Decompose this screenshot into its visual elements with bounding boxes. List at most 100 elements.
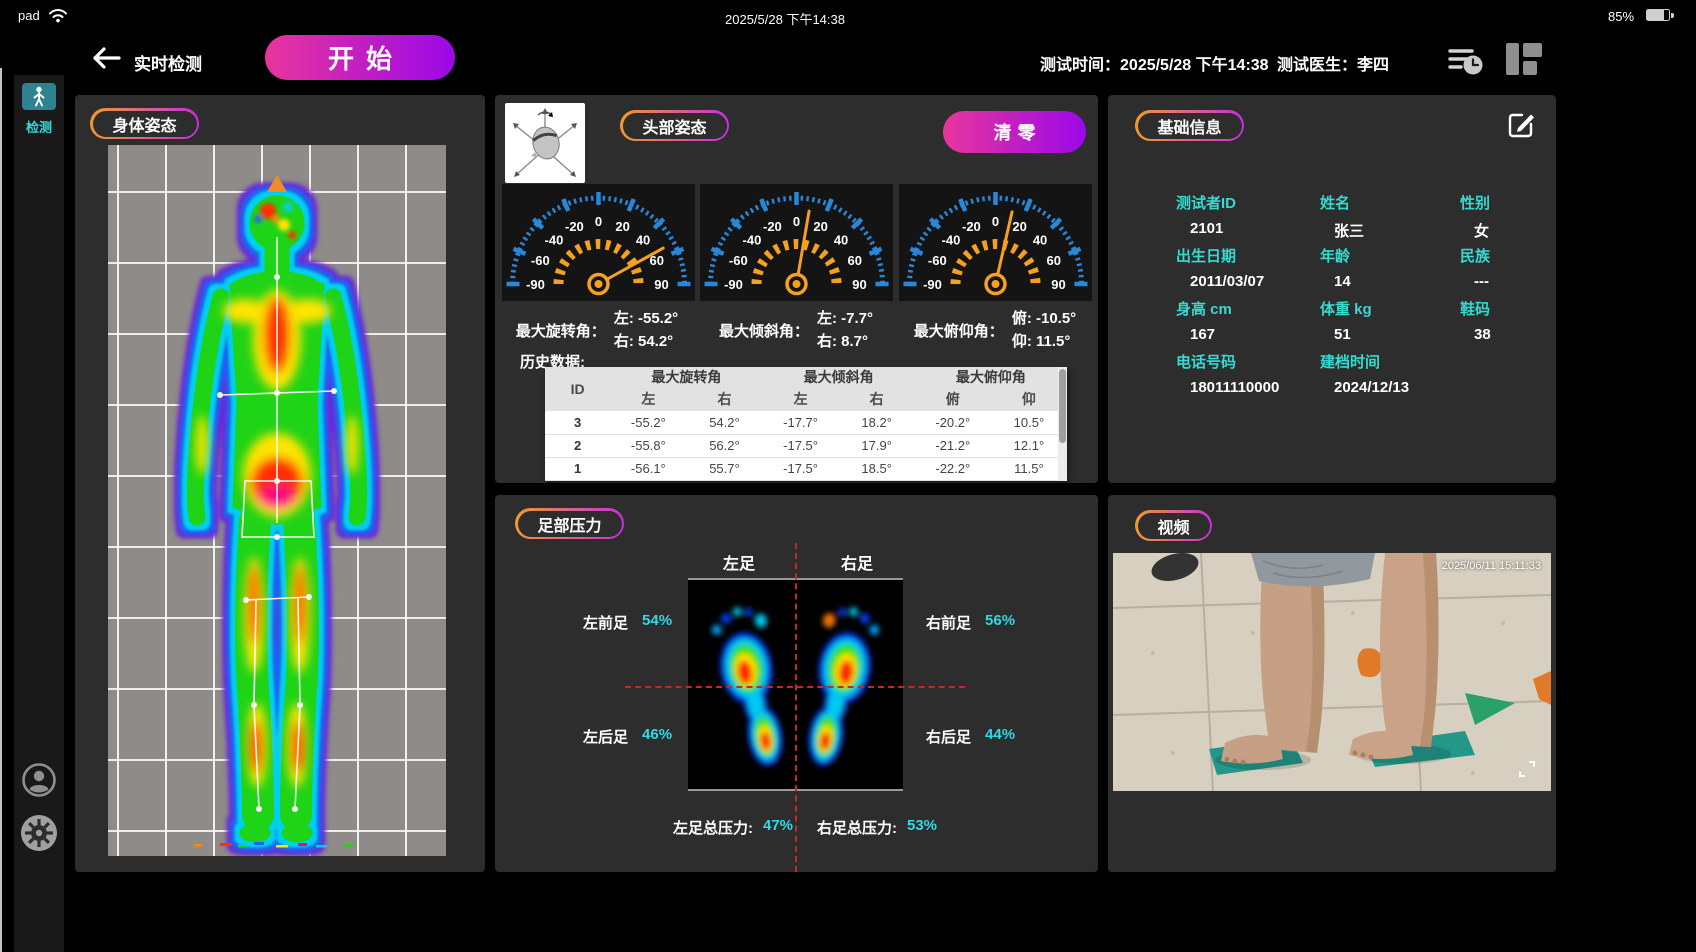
field-shoe-size: 鞋码 38 — [1460, 298, 1550, 343]
svg-text:-40: -40 — [545, 232, 564, 247]
layout-dashboard-icon[interactable] — [1506, 42, 1542, 76]
metric-pitch: 最大俯仰角： 俯: -10.5° 仰: 11.5° — [895, 307, 1095, 353]
body-posture-title: 身体姿态 — [93, 111, 197, 137]
gauge-tilt: -90-60-40-20020406090 — [700, 184, 893, 301]
metric-rotation: 最大旋转角： 左: -55.2° 右: 54.2° — [497, 307, 697, 353]
svg-text:20: 20 — [615, 219, 629, 234]
svg-text:60: 60 — [847, 253, 861, 268]
body-thermal-image — [108, 145, 446, 856]
head-axes-diagram — [505, 103, 585, 183]
test-time: 测试时间：2025/5/28 下午14:38 — [1040, 51, 1269, 75]
stat-right-forefoot: 右前足 56% — [926, 612, 1015, 633]
doctor-value: 李四 — [1357, 57, 1389, 74]
sidebar-item-detect[interactable] — [22, 83, 56, 110]
page-title: 实时检测 — [134, 50, 202, 75]
clear-button[interactable]: 清零 — [943, 111, 1086, 153]
svg-text:-90: -90 — [923, 277, 942, 292]
svg-text:-20: -20 — [962, 219, 981, 234]
stat-left-forefoot: 左前足 54% — [583, 612, 672, 633]
svg-text:-20: -20 — [565, 219, 584, 234]
video-title-pill: 视频 — [1135, 510, 1212, 541]
start-button[interactable]: 开始 — [265, 35, 455, 80]
svg-text:-60: -60 — [928, 253, 947, 268]
test-time-label: 测试时间： — [1040, 57, 1120, 74]
doctor: 测试医生：李四 — [1277, 51, 1389, 75]
col-group-tilt: 最大倾斜角 — [763, 367, 915, 387]
video-title: 视频 — [1138, 513, 1210, 539]
field-age: 年龄 14 — [1320, 245, 1460, 290]
foot-pressure-title-pill: 足部压力 — [515, 508, 624, 539]
stat-right-rearfoot: 右后足 44% — [926, 726, 1015, 747]
head-posture-title: 头部姿态 — [623, 113, 727, 139]
device-name: pad — [18, 8, 40, 23]
svg-text:-60: -60 — [531, 253, 550, 268]
right-foot-label: 右足 — [841, 550, 873, 574]
person-icon — [30, 86, 48, 107]
gauge-rotation: -90-60-40-20020406090 — [502, 184, 695, 301]
settings-gear-icon[interactable] — [19, 813, 59, 853]
stat-left-rearfoot: 左后足 46% — [583, 726, 672, 747]
svg-text:0: 0 — [595, 214, 602, 229]
field-ethnicity: 民族 --- — [1460, 245, 1550, 290]
back-arrow-button[interactable] — [90, 45, 122, 71]
field-phone: 电话号码 18011110000 — [1176, 351, 1316, 396]
field-birthdate: 出生日期 2011/03/07 — [1176, 245, 1316, 290]
edit-icon[interactable] — [1505, 109, 1537, 141]
foot-center-vline — [795, 543, 797, 872]
app-root: pad 2025/5/28 下午14:38 85% 实时检测 开始 测试时间：2… — [0, 0, 1696, 952]
field-record-date: 建档时间 2024/12/13 — [1320, 351, 1460, 396]
metric-tilt: 最大倾斜角： 左: -7.7° 右: 8.7° — [696, 307, 896, 353]
gauge-pitch: -90 -60 -40-20 0 20 40 60 90 — [899, 184, 1092, 301]
video-timestamp: 2025/06/11 15:11:33 — [1442, 560, 1541, 572]
table-row: 2 -55.8°56.2° -17.5°17.9° -21.2°12.1° — [545, 434, 1067, 457]
svg-text:90: 90 — [1051, 277, 1065, 292]
svg-text:40: 40 — [636, 232, 650, 247]
basic-info-title: 基础信息 — [1138, 113, 1242, 139]
field-height: 身高 cm 167 — [1176, 298, 1316, 343]
screen-edge-line — [0, 68, 2, 952]
col-id: ID — [545, 367, 610, 411]
total-left-foot-pressure: 左足总压力: 47% — [673, 817, 793, 838]
battery-percent: 85% — [1608, 9, 1634, 24]
history-records-icon[interactable] — [1448, 44, 1484, 76]
total-right-foot-pressure: 右足总压力: 53% — [817, 817, 937, 838]
table-row: 3 -55.2°54.2° -17.7°18.2° -20.2°10.5° — [545, 411, 1067, 434]
head-posture-title-pill: 头部姿态 — [620, 110, 729, 141]
field-tester-id: 测试者ID 2101 — [1176, 192, 1316, 237]
test-time-value: 2025/5/28 下午14:38 — [1120, 57, 1269, 74]
foot-pressure-panel: 足部压力 左足 右足 — [495, 495, 1098, 872]
svg-text:40: 40 — [1033, 232, 1047, 247]
table-row: 1 -56.1°55.7° -17.5°18.5° -22.2°11.5° — [545, 457, 1067, 480]
doctor-label: 测试医生： — [1277, 57, 1357, 74]
wifi-icon — [48, 7, 68, 23]
svg-text:-40: -40 — [743, 232, 762, 247]
svg-text:20: 20 — [813, 219, 827, 234]
body-posture-title-pill: 身体姿态 — [90, 108, 199, 139]
sidebar-item-detect-label: 检测 — [14, 117, 64, 136]
foot-center-hline — [625, 686, 965, 688]
svg-text:40: 40 — [834, 232, 848, 247]
svg-text:-90: -90 — [724, 277, 743, 292]
head-posture-panel: 头部姿态 清零 -90-60-40-20020406090 -90-60-40-… — [495, 95, 1098, 483]
svg-text:60: 60 — [1046, 253, 1060, 268]
svg-text:-60: -60 — [729, 253, 748, 268]
foot-pressure-title: 足部压力 — [518, 511, 622, 537]
svg-text:0: 0 — [793, 214, 800, 229]
svg-text:-90: -90 — [526, 277, 545, 292]
basic-info-panel: 基础信息 测试者ID 2101 姓名 张三 性别 女 出生日期 2011/03/… — [1108, 95, 1556, 483]
svg-text:20: 20 — [1012, 219, 1026, 234]
svg-text:-40: -40 — [942, 232, 961, 247]
field-gender: 性别 女 — [1460, 192, 1550, 241]
fullscreen-icon[interactable] — [1517, 759, 1537, 779]
svg-text:0: 0 — [992, 214, 999, 229]
video-panel: 视频 — [1108, 495, 1556, 872]
history-table: ID 最大旋转角 最大倾斜角 最大俯仰角 左 右 左 右 俯 仰 — [545, 367, 1067, 481]
user-profile-icon[interactable] — [20, 761, 58, 799]
statusbar-datetime: 2025/5/28 下午14:38 — [685, 9, 885, 28]
svg-text:90: 90 — [654, 277, 668, 292]
svg-text:-20: -20 — [763, 219, 782, 234]
col-group-pitch: 最大俯仰角 — [915, 367, 1067, 387]
battery-icon — [1646, 9, 1670, 21]
field-name: 姓名 张三 — [1320, 192, 1460, 241]
table-scrollbar[interactable] — [1058, 367, 1067, 481]
